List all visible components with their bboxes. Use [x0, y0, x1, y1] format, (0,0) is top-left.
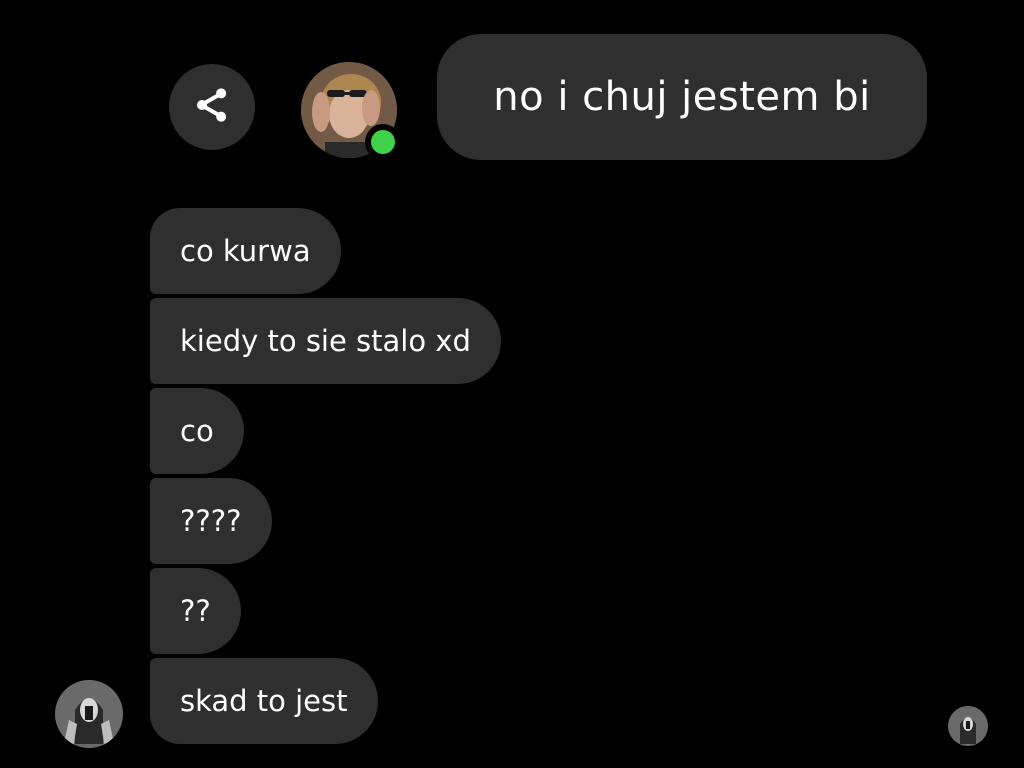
outgoing-message[interactable]: no i chuj jestem bi	[437, 34, 927, 160]
online-status-dot	[365, 124, 401, 160]
message-text: ????	[180, 504, 242, 538]
message-text: skad to jest	[180, 684, 348, 718]
read-receipt-avatar	[948, 706, 988, 746]
message-text: no i chuj jestem bi	[493, 74, 871, 120]
message-text: ??	[180, 594, 211, 628]
incoming-message[interactable]: co	[150, 388, 244, 474]
message-text: co	[180, 414, 214, 448]
incoming-message[interactable]: skad to jest	[150, 658, 378, 744]
sender-avatar[interactable]	[55, 680, 123, 748]
share-button[interactable]	[169, 64, 255, 150]
contact-avatar[interactable]	[301, 62, 401, 160]
incoming-message[interactable]: kiedy to sie stalo xd	[150, 298, 501, 384]
incoming-message[interactable]: co kurwa	[150, 208, 341, 294]
incoming-message[interactable]: ????	[150, 478, 272, 564]
message-text: co kurwa	[180, 234, 311, 268]
share-icon	[192, 85, 232, 129]
incoming-message-group: co kurwa kiedy to sie stalo xd co ???? ?…	[150, 208, 501, 744]
message-text: kiedy to sie stalo xd	[180, 324, 471, 358]
incoming-message[interactable]: ??	[150, 568, 241, 654]
